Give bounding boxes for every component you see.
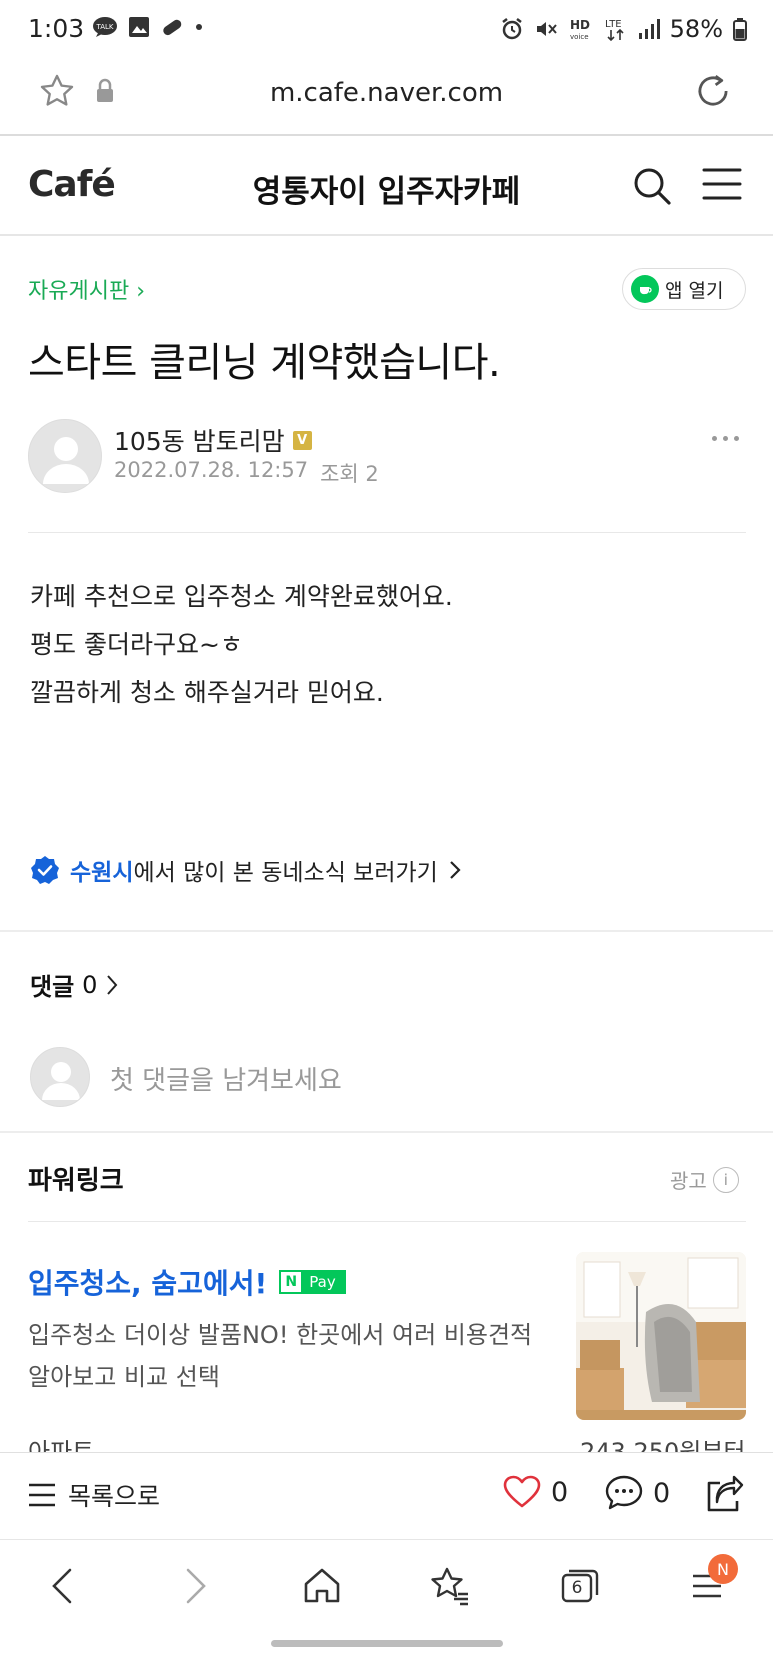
battery-icon (733, 18, 747, 41)
chevron-right-icon (107, 974, 118, 995)
svg-text:LTE: LTE (605, 19, 622, 30)
like-count: 0 (551, 1476, 569, 1508)
status-bar: 1:03 TALK HD voice LTE 58% (0, 0, 773, 58)
comment-input[interactable]: 첫 댓글을 남겨보세요 (110, 1060, 342, 1097)
verified-check-icon (31, 856, 59, 884)
section-divider (0, 1131, 773, 1133)
heart-icon (503, 1475, 541, 1508)
menu-icon[interactable] (702, 166, 742, 202)
battery-percent: 58% (669, 15, 723, 43)
moving-boxes-image (576, 1252, 746, 1420)
my-avatar (30, 1047, 90, 1107)
ad-label-text: 광고 (670, 1169, 707, 1193)
url-text[interactable]: m.cafe.naver.com (0, 78, 773, 108)
back-to-list-label: 목록으로 (68, 1482, 161, 1511)
tabs-count: 6 (571, 1578, 583, 1598)
svg-text:TALK: TALK (95, 23, 113, 31)
divider (28, 1221, 746, 1222)
share-icon (707, 1475, 744, 1512)
cafe-app-icon (631, 275, 659, 303)
forward-icon[interactable] (180, 1566, 210, 1606)
cafe-header: Café 영통자이 입주자카페 (0, 136, 773, 236)
tabs-button[interactable]: 6 (560, 1566, 600, 1606)
ad-title-link[interactable]: 입주청소, 숨고에서! N Pay (28, 1262, 346, 1302)
app-open-label: 앱 열기 (665, 279, 724, 302)
powerlink-title: 파워링크 (28, 1166, 124, 1196)
share-button[interactable] (704, 1475, 744, 1517)
post-date: 2022.07.28. 12:57 (114, 458, 309, 482)
pill-notification-icon (163, 19, 182, 36)
more-notifications-dot-icon (196, 24, 202, 30)
bookmarks-icon[interactable] (430, 1566, 470, 1606)
author-name-row[interactable]: 105동 밤토리맘 V (114, 422, 312, 458)
section-divider (0, 930, 773, 932)
notification-badge: N (708, 1554, 738, 1584)
mute-icon (536, 22, 557, 36)
svg-text:HD: HD (570, 18, 590, 32)
info-icon: i (712, 1166, 739, 1193)
npay-badge-text: Pay (301, 1272, 344, 1292)
chevron-right-icon (450, 861, 461, 879)
home-indicator[interactable] (271, 1640, 503, 1647)
default-profile-icon (43, 437, 89, 484)
browser-url-bar: m.cafe.naver.com (0, 58, 773, 136)
naver-n-icon: N (281, 1272, 302, 1292)
post-body-line: 평도 좋더라구요~ㅎ (30, 630, 243, 659)
ad-title: 입주청소, 숨고에서! (28, 1267, 268, 1300)
hd-voice-icon: HDvoice (570, 18, 590, 41)
post-meta: 2022.07.28. 12:57 조회 2 (114, 458, 379, 488)
post-body-line: 카페 추천으로 입주청소 계약완료했어요. (30, 582, 453, 611)
list-icon (29, 1483, 55, 1507)
local-news-text: 에서 많이 본 동네소식 보러가기 (133, 860, 438, 886)
comment-count: 0 (653, 1477, 671, 1509)
default-profile-icon (42, 1062, 80, 1100)
author-name: 105동 밤토리맘 (114, 427, 285, 456)
comment-button[interactable]: 0 (605, 1475, 670, 1511)
comments-count: 0 (82, 970, 98, 999)
comments-label: 댓글 (30, 973, 75, 1001)
speech-bubble-icon (605, 1475, 643, 1510)
status-time: 1:03 (28, 14, 85, 43)
home-icon[interactable] (302, 1566, 342, 1606)
alarm-icon (501, 18, 522, 40)
status-right: HD voice LTE 58% (500, 15, 747, 43)
comments-header[interactable]: 댓글 0 (30, 967, 119, 1002)
post-action-bar: 목록으로 0 0 (0, 1452, 773, 1540)
post-title: 스타트 클리닝 계약했습니다. (28, 340, 501, 386)
like-button[interactable]: 0 (503, 1475, 568, 1509)
author-avatar[interactable] (28, 419, 102, 493)
local-city: 수원시 (70, 860, 134, 886)
member-grade-badge: V (292, 430, 312, 450)
app-open-button[interactable]: 앱 열기 (622, 268, 746, 310)
status-left-icons: TALK (92, 16, 204, 38)
ad-description[interactable]: 입주청소 더이상 발품NO! 한곳에서 여러 비용견적 알아보고 비교 선택 (28, 1314, 548, 1398)
board-link[interactable]: 자유게시판 › (28, 273, 145, 305)
post-views: 조회 2 (320, 462, 379, 486)
search-icon[interactable] (632, 166, 672, 206)
reload-icon[interactable] (692, 70, 734, 112)
more-options-icon[interactable] (712, 436, 739, 441)
talk-notification-icon: TALK (93, 17, 117, 37)
back-icon[interactable] (48, 1566, 78, 1606)
divider (28, 532, 746, 533)
local-news-link[interactable]: 수원시에서 많이 본 동네소식 보러가기 (30, 853, 462, 887)
npay-badge: N Pay (279, 1270, 346, 1294)
back-to-list-button[interactable]: 목록으로 (28, 1477, 160, 1513)
post-body-line: 깔끔하게 청소 해주실거라 믿어요. (30, 678, 384, 707)
signal-icon (638, 19, 660, 39)
ad-image[interactable] (576, 1252, 746, 1420)
svg-text:voice: voice (570, 33, 589, 41)
ad-label[interactable]: 광고 i (670, 1165, 739, 1194)
gallery-notification-icon (129, 17, 149, 37)
lte-icon: LTE (605, 19, 624, 42)
